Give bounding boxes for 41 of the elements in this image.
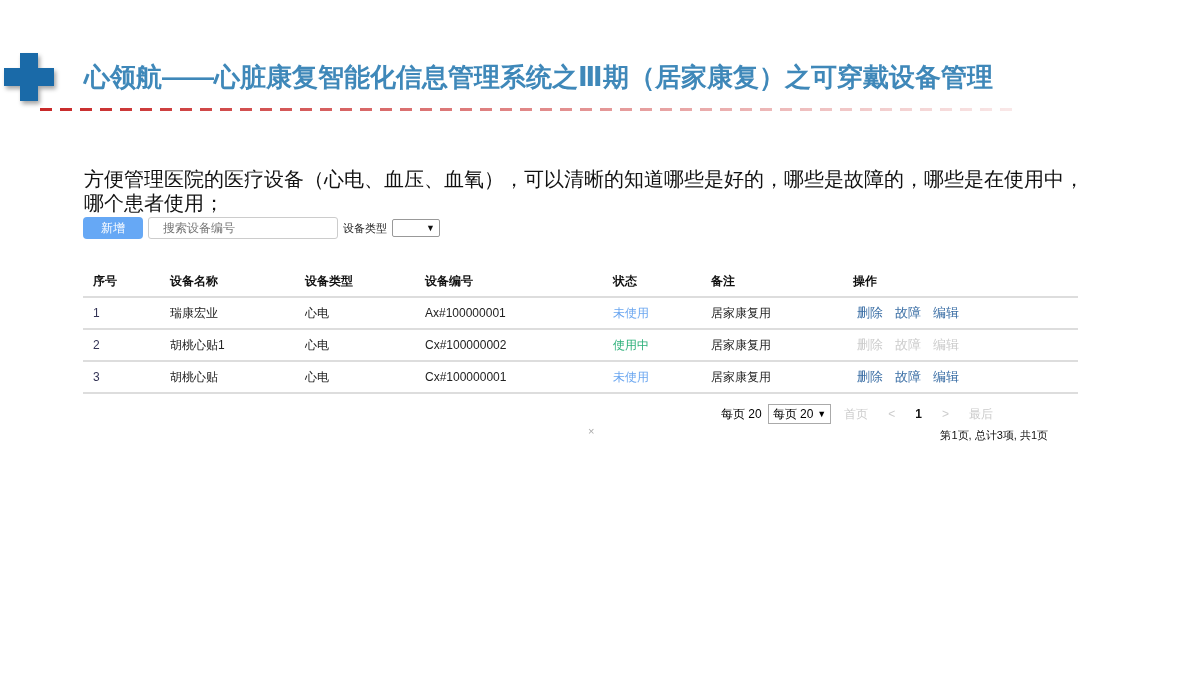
table-cell: 瑞康宏业 xyxy=(160,297,295,329)
table-cell: Cx#100000002 xyxy=(415,329,603,361)
table-cell: 3 xyxy=(83,361,160,393)
status-cell: 使用中 xyxy=(603,329,701,361)
table-cell: 心电 xyxy=(295,361,415,393)
page-summary: 第1页, 总计3项, 共1页 xyxy=(940,428,1048,443)
device-type-label: 设备类型 xyxy=(343,220,387,236)
search-field[interactable]: 搜索设备编号 xyxy=(148,217,338,239)
page-size-select[interactable]: 每页 20 ▼ xyxy=(767,404,832,424)
table-cell: 胡桃心贴1 xyxy=(160,329,295,361)
table-cell: 心电 xyxy=(295,297,415,329)
column-header: 设备编号 xyxy=(415,267,603,297)
table-cell: Cx#100000001 xyxy=(415,361,603,393)
column-header: 设备类型 xyxy=(295,267,415,297)
column-header: 操作 xyxy=(843,267,1078,297)
column-header: 设备名称 xyxy=(160,267,295,297)
page-link[interactable]: 1 xyxy=(908,407,929,421)
table-cell: 居家康复用 xyxy=(701,329,843,361)
status-cell: 未使用 xyxy=(603,297,701,329)
table-cell: 心电 xyxy=(295,329,415,361)
column-header: 状态 xyxy=(603,267,701,297)
column-header: 备注 xyxy=(701,267,843,297)
action-link[interactable]: 编辑 xyxy=(929,368,963,386)
table-cell: 居家康复用 xyxy=(701,297,843,329)
action-link[interactable]: 删除 xyxy=(853,304,887,322)
medical-cross-icon xyxy=(4,53,54,101)
action-link[interactable]: 编辑 xyxy=(929,304,963,322)
slide-title: 心领航——心脏康复智能化信息管理系统之Ⅲ期（居家康复）之可穿戴设备管理 xyxy=(84,60,993,94)
table-cell: 2 xyxy=(83,329,160,361)
table-cell: Ax#100000001 xyxy=(415,297,603,329)
table-cell: 1 xyxy=(83,297,160,329)
action-link[interactable]: 故障 xyxy=(891,368,925,386)
action-link[interactable]: 删除 xyxy=(853,368,887,386)
description-text: 方便管理医院的医疗设备（心电、血压、血氧），可以清晰的知道哪些是好的，哪些是故障的，哪些是在使用中，哪个患者使用； xyxy=(84,167,1084,215)
device-type-select[interactable]: ▼ xyxy=(392,219,440,237)
action-link[interactable]: 故障 xyxy=(891,304,925,322)
column-header: 序号 xyxy=(83,267,160,297)
table-cell: 居家康复用 xyxy=(701,361,843,393)
table-cell: 胡桃心贴 xyxy=(160,361,295,393)
page-size-label: 每页 20 xyxy=(721,405,762,423)
status-cell: 未使用 xyxy=(603,361,701,393)
